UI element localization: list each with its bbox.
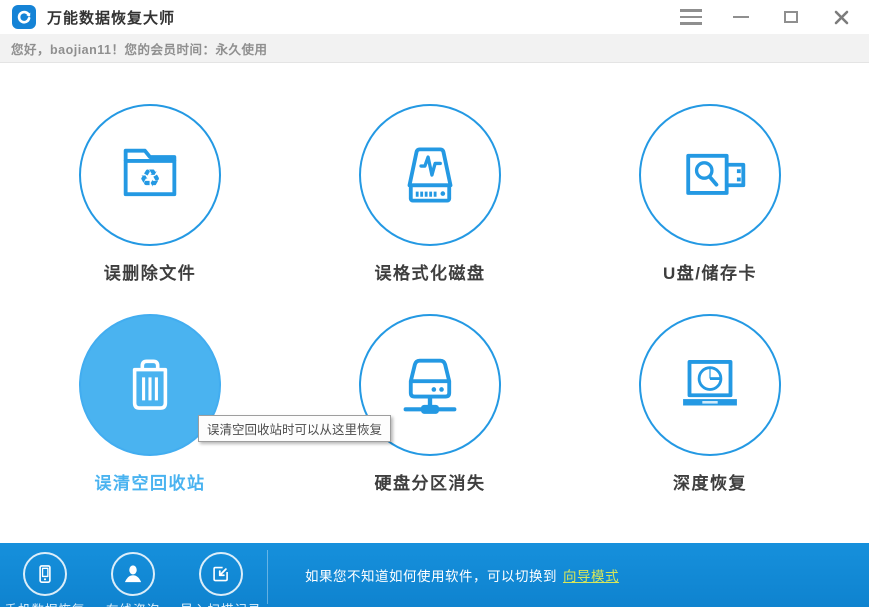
- maximize-button[interactable]: [779, 6, 803, 28]
- title-bar: 万能数据恢复大师: [0, 0, 869, 34]
- member-status-bar: 您好，baojian11！您的会员时间：永久使用: [0, 34, 869, 63]
- member-greeting: 您好，baojian11！您的会员时间：永久使用: [11, 42, 268, 57]
- mode-label: U盘/储存卡: [663, 264, 757, 283]
- mode-deleted-files[interactable]: ♻ 误删除文件: [50, 104, 250, 284]
- usb-search-icon: [639, 104, 781, 246]
- phone-icon: [23, 552, 67, 596]
- bottom-toolbar: 手机数据恢复 在线咨询 导入扫描记录 如果您不知: [0, 543, 869, 607]
- folder-recycle-icon: ♻: [79, 104, 221, 246]
- mode-deep-recovery[interactable]: 深度恢复: [610, 314, 810, 494]
- toolbar-divider: [267, 550, 268, 604]
- consultant-icon: [111, 552, 155, 596]
- import-record-icon: [199, 552, 243, 596]
- mode-label: 硬盘分区消失: [374, 474, 486, 493]
- svg-text:♻: ♻: [139, 164, 161, 193]
- hint-text: 如果您不知道如何使用软件，可以切换到: [305, 569, 557, 584]
- laptop-deep-scan-icon: [639, 314, 781, 456]
- hamburger-menu-icon[interactable]: [679, 6, 703, 28]
- bottom-item-label: 导入扫描记录: [177, 599, 265, 607]
- recovery-mode-grid: ♻ 误删除文件 误格式化磁盘 U盘/储存卡 误清空回收站 硬盘分区消失 深度恢复…: [0, 63, 869, 543]
- mode-label: 误清空回收站: [94, 474, 206, 493]
- mode-label: 误格式化磁盘: [374, 264, 486, 283]
- phone-data-recovery-button[interactable]: 手机数据恢复: [1, 543, 89, 607]
- mode-emptied-recycle-bin[interactable]: 误清空回收站: [50, 314, 250, 494]
- app-title: 万能数据恢复大师: [47, 9, 176, 27]
- app-logo-icon: [12, 5, 36, 29]
- bottom-item-label: 手机数据恢复: [1, 599, 89, 607]
- online-consult-button[interactable]: 在线咨询: [89, 543, 177, 607]
- mode-lost-partition[interactable]: 硬盘分区消失: [330, 314, 530, 494]
- mode-usb-storage[interactable]: U盘/储存卡: [610, 104, 810, 284]
- app-window: 万能数据恢复大师 您好，baojian11！您的会员时间：永久使用 ♻ 误删除文…: [0, 0, 869, 607]
- recycle-bin-tooltip: 误清空回收站时可以从这里恢复: [198, 415, 392, 442]
- mode-label: 误删除文件: [103, 264, 197, 283]
- disk-pulse-icon: [359, 104, 501, 246]
- bottom-item-label: 在线咨询: [89, 599, 177, 607]
- close-button[interactable]: [829, 6, 853, 28]
- wizard-mode-link[interactable]: 向导模式: [563, 565, 619, 585]
- mode-switch-hint: 如果您不知道如何使用软件，可以切换到 向导模式: [305, 543, 619, 607]
- import-scan-record-button[interactable]: 导入扫描记录: [177, 543, 265, 607]
- mode-formatted-disk[interactable]: 误格式化磁盘: [330, 104, 530, 284]
- minimize-button[interactable]: [729, 6, 753, 28]
- mode-label: 深度恢复: [673, 474, 747, 493]
